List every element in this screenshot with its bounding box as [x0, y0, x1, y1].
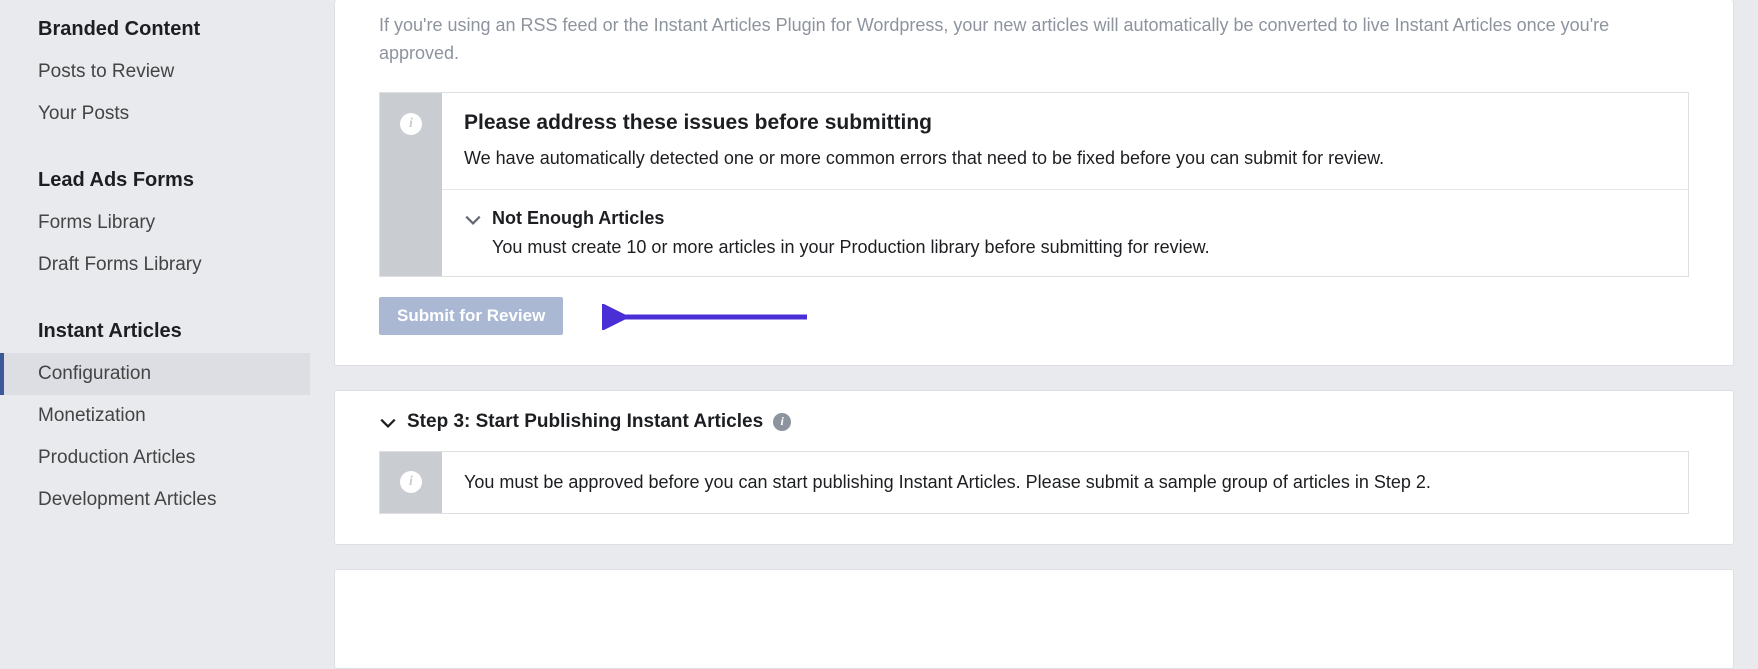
nav-your-posts[interactable]: Your Posts — [0, 93, 310, 135]
chevron-down-icon — [464, 211, 482, 229]
chevron-down-icon — [379, 414, 397, 432]
nav-posts-to-review[interactable]: Posts to Review — [0, 51, 310, 93]
nav-configuration[interactable]: Configuration — [0, 353, 310, 395]
step3-title: Step 3: Start Publishing Instant Article… — [407, 411, 763, 433]
alert-title: Please address these issues before submi… — [464, 111, 1666, 135]
section-header-branded-content: Branded Content — [0, 8, 310, 51]
info-icon-column: i — [380, 452, 442, 513]
issues-alert: i Please address these issues before sub… — [379, 92, 1689, 277]
nav-draft-forms-library[interactable]: Draft Forms Library — [0, 244, 310, 286]
submit-for-review-button[interactable]: Submit for Review — [379, 297, 563, 335]
panel-step3: Step 3: Start Publishing Instant Article… — [334, 390, 1734, 545]
panel-step2: If you're using an RSS feed or the Insta… — [334, 0, 1734, 366]
issue-heading: Not Enough Articles — [492, 208, 1666, 229]
issue-row[interactable]: Not Enough Articles — [464, 208, 1666, 237]
alert-icon-column: i — [380, 93, 442, 276]
nav-development-articles[interactable]: Development Articles — [0, 479, 310, 521]
alert-text: We have automatically detected one or mo… — [464, 145, 1666, 171]
nav-production-articles[interactable]: Production Articles — [0, 437, 310, 479]
arrow-annotation-icon — [602, 304, 812, 330]
main-content: If you're using an RSS feed or the Insta… — [310, 0, 1758, 669]
info-icon: i — [400, 113, 422, 135]
info-icon[interactable]: i — [773, 413, 791, 431]
sidebar: Branded Content Posts to Review Your Pos… — [0, 0, 310, 669]
step3-header[interactable]: Step 3: Start Publishing Instant Article… — [379, 391, 1689, 451]
info-icon: i — [400, 471, 422, 493]
panel-next — [334, 569, 1734, 669]
nav-monetization[interactable]: Monetization — [0, 395, 310, 437]
section-header-lead-ads-forms: Lead Ads Forms — [0, 159, 310, 202]
intro-text: If you're using an RSS feed or the Insta… — [379, 0, 1689, 92]
section-header-instant-articles: Instant Articles — [0, 310, 310, 353]
issue-body: You must create 10 or more articles in y… — [492, 237, 1666, 258]
step3-info-block: i You must be approved before you can st… — [379, 451, 1689, 514]
step3-info-text: You must be approved before you can star… — [442, 452, 1688, 513]
nav-forms-library[interactable]: Forms Library — [0, 202, 310, 244]
